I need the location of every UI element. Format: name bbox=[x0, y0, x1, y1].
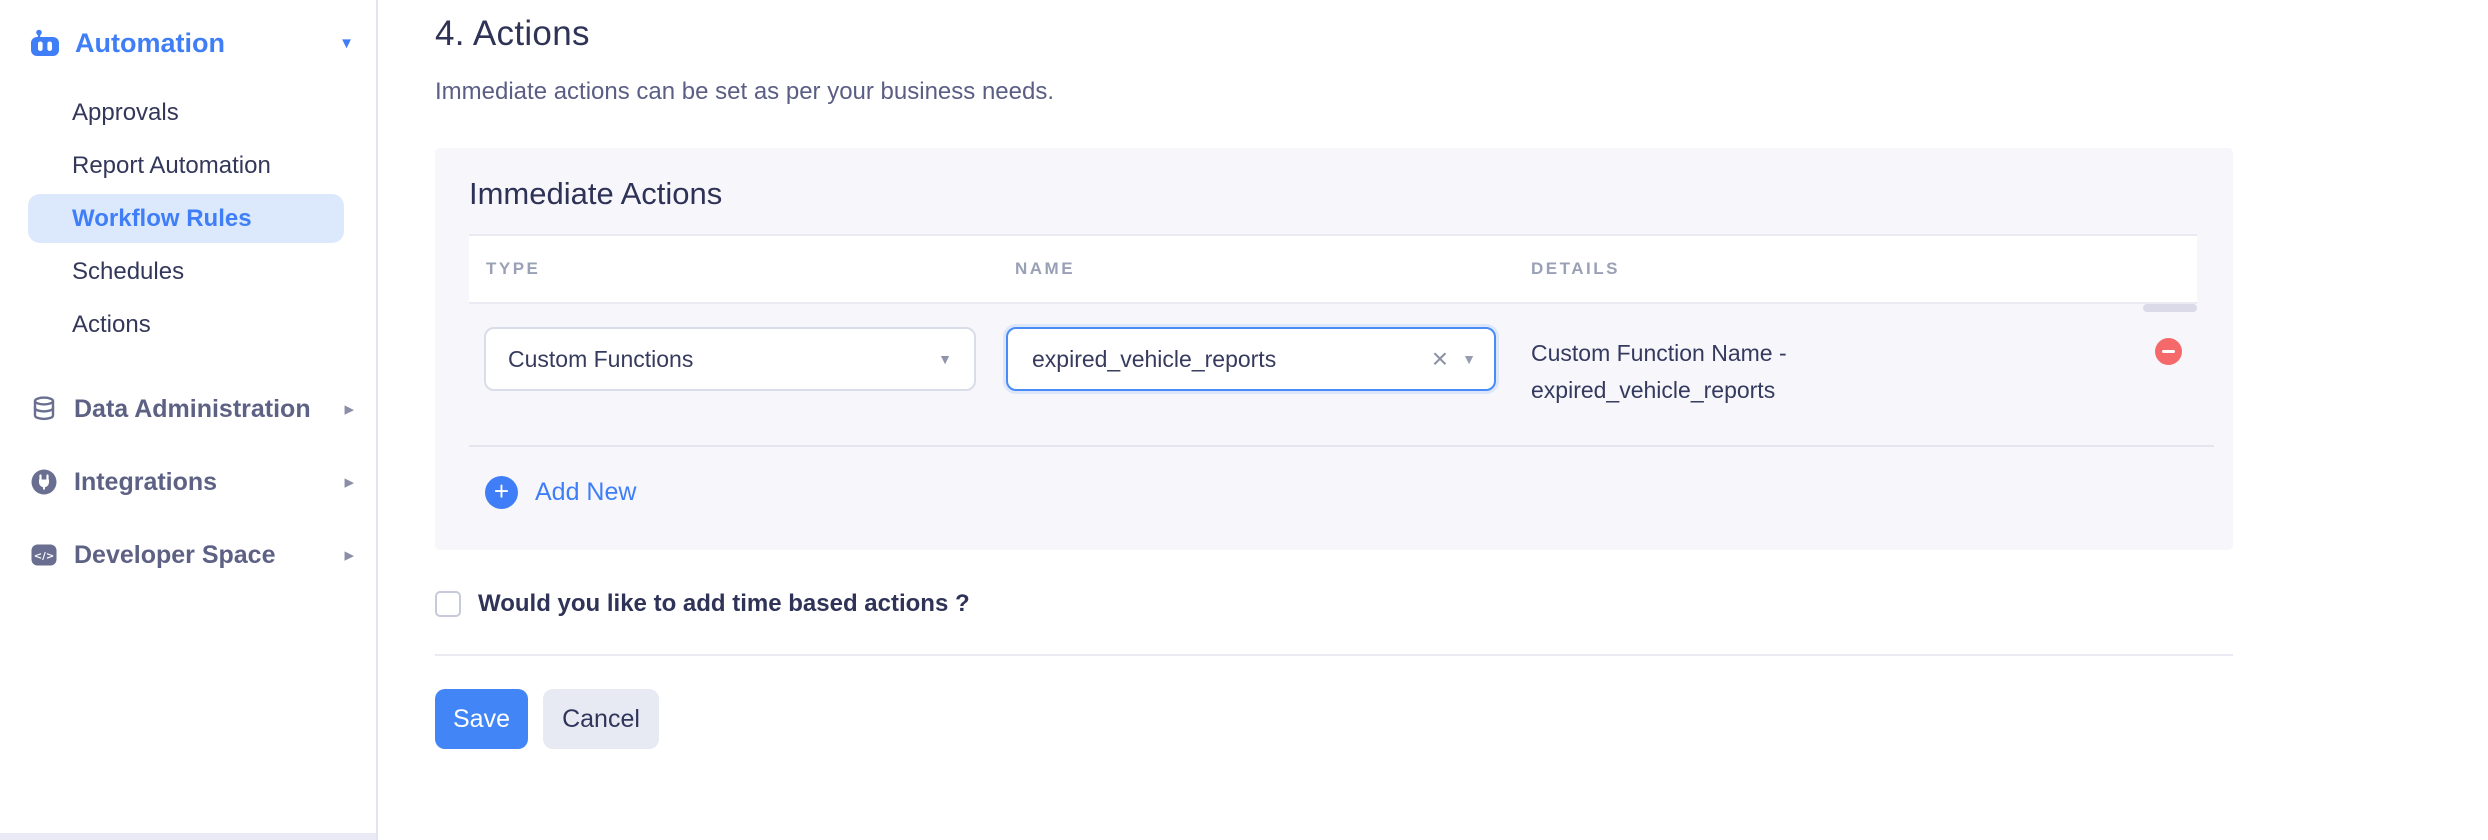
sidebar-item-workflow-rules[interactable]: Workflow Rules bbox=[28, 194, 344, 243]
sidebar-group-automation[interactable]: Automation ▼ bbox=[0, 22, 376, 64]
page-title: 4. Actions bbox=[435, 14, 2488, 54]
sidebar-item-data-administration[interactable]: Data Administration ▸ bbox=[0, 381, 376, 437]
clear-icon[interactable]: × bbox=[1432, 345, 1448, 373]
sidebar-item-approvals[interactable]: Approvals bbox=[0, 86, 376, 139]
function-name-combobox[interactable]: expired_vehicle_reports × ▼ bbox=[1006, 327, 1496, 391]
sidebar-item-label: Report Automation bbox=[72, 152, 271, 180]
sidebar-item-integrations[interactable]: Integrations ▸ bbox=[0, 454, 376, 510]
add-new-label: Add New bbox=[535, 478, 636, 507]
details-line: expired_vehicle_reports bbox=[1531, 372, 2155, 409]
sidebar-section-list: Data Administration ▸ Integrations ▸ bbox=[0, 381, 376, 583]
robot-icon bbox=[30, 29, 60, 57]
chevron-down-icon[interactable]: ▼ bbox=[1462, 351, 1476, 367]
sidebar-item-label: Schedules bbox=[72, 258, 184, 286]
type-cell: Custom Functions ▼ bbox=[469, 327, 1006, 391]
time-based-actions-label: Would you like to add time based actions… bbox=[478, 590, 970, 618]
add-new-button[interactable]: + Add New bbox=[485, 476, 636, 509]
chevron-right-icon: ▸ bbox=[344, 544, 354, 567]
table-row: Custom Functions ▼ expired_vehicle_repor… bbox=[469, 327, 2197, 409]
time-based-actions-row: Would you like to add time based actions… bbox=[435, 590, 2488, 618]
column-header-name: NAME bbox=[1015, 259, 1075, 278]
remove-row-button[interactable] bbox=[2155, 338, 2182, 365]
details-cell: Custom Function Name - expired_vehicle_r… bbox=[1531, 327, 2155, 409]
function-name-value: expired_vehicle_reports bbox=[1032, 346, 1276, 373]
chevron-down-icon[interactable]: ▼ bbox=[938, 351, 952, 367]
sidebar-group-label: Automation bbox=[75, 28, 225, 59]
horizontal-scrollbar[interactable] bbox=[0, 833, 376, 840]
name-cell: expired_vehicle_reports × ▼ bbox=[1006, 327, 1531, 391]
footer-buttons: Save Cancel bbox=[435, 689, 2488, 749]
plug-icon bbox=[30, 468, 58, 496]
sidebar-section-label: Integrations bbox=[74, 468, 217, 497]
column-header-details: DETAILS bbox=[1531, 259, 1620, 278]
action-type-value: Custom Functions bbox=[508, 346, 693, 373]
sidebar-item-label: Actions bbox=[72, 311, 151, 339]
panel-title: Immediate Actions bbox=[469, 176, 2233, 212]
sidebar-section-label: Developer Space bbox=[74, 541, 276, 570]
database-icon bbox=[30, 395, 58, 423]
sidebar-item-actions[interactable]: Actions bbox=[0, 298, 376, 351]
settings-sidebar: Automation ▼ Approvals Report Automation… bbox=[0, 0, 378, 840]
chevron-right-icon: ▸ bbox=[344, 471, 354, 494]
code-icon: </> bbox=[30, 541, 58, 569]
save-button[interactable]: Save bbox=[435, 689, 528, 749]
column-header-type: TYPE bbox=[486, 259, 540, 278]
action-type-select[interactable]: Custom Functions ▼ bbox=[484, 327, 976, 391]
panel-divider bbox=[469, 445, 2214, 447]
sidebar-item-label: Approvals bbox=[72, 99, 179, 127]
svg-text:</>: </> bbox=[34, 551, 54, 562]
sidebar-item-developer-space[interactable]: </> Developer Space ▸ bbox=[0, 527, 376, 583]
chevron-right-icon: ▸ bbox=[344, 398, 354, 421]
cancel-button[interactable]: Cancel bbox=[543, 689, 659, 749]
minus-icon bbox=[2162, 350, 2175, 353]
sidebar-item-label: Workflow Rules bbox=[72, 205, 252, 233]
footer-divider bbox=[435, 654, 2233, 656]
immediate-actions-panel: Immediate Actions TYPE NAME DETAILS Cust… bbox=[435, 148, 2233, 550]
sidebar-item-report-automation[interactable]: Report Automation bbox=[0, 139, 376, 192]
page-subtitle: Immediate actions can be set as per your… bbox=[435, 78, 2488, 106]
sidebar-item-list: Approvals Report Automation Workflow Rul… bbox=[0, 86, 376, 351]
time-based-actions-checkbox[interactable] bbox=[435, 591, 461, 617]
table-scrollbar-thumb[interactable] bbox=[2143, 304, 2197, 312]
actions-table-header: TYPE NAME DETAILS bbox=[469, 234, 2197, 304]
chevron-down-icon: ▼ bbox=[339, 35, 354, 52]
workflow-actions-step: 4. Actions Immediate actions can be set … bbox=[378, 0, 2488, 840]
details-line: Custom Function Name - bbox=[1531, 335, 2155, 372]
sidebar-item-schedules[interactable]: Schedules bbox=[0, 245, 376, 298]
sidebar-section-label: Data Administration bbox=[74, 395, 311, 424]
plus-icon: + bbox=[485, 476, 518, 509]
app-window: Automation ▼ Approvals Report Automation… bbox=[0, 0, 2488, 840]
